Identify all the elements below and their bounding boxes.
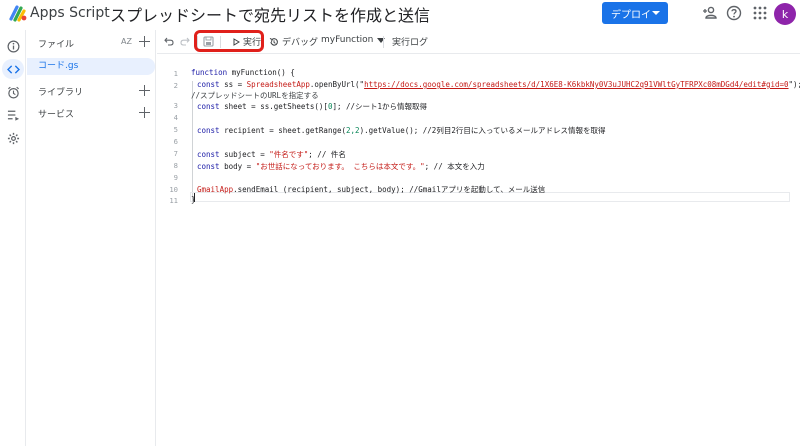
code-token: ]; //シート1から情報取得 [332,102,428,111]
line-number: 4 [173,113,178,122]
line-number: 2 [173,81,178,90]
app-header: Apps Script スプレッドシートで宛先リストを作成と送信 デプロイ k [0,0,800,28]
apps-grid-icon[interactable] [752,5,768,21]
code-line: const body = "お世話になっております。 こちらは本文です。"; /… [197,161,485,172]
help-icon[interactable] [726,5,742,21]
code-token: myFunction() { [227,68,295,77]
debug-icon [269,37,278,46]
line-number: 7 [173,149,178,158]
code-token: "お世話になっております。 こちらは本文です。" [255,162,425,171]
rail-item-editor[interactable] [2,59,24,79]
code-url-link[interactable]: https://docs.google.com/spreadsheets/d/1… [364,80,788,89]
debug-button[interactable]: デバッグ [269,35,318,48]
code-line: function myFunction() { [191,68,295,77]
deploy-button-label: デプロイ [611,9,651,21]
app-name: Apps Script [30,5,110,21]
code-token: subject = [219,150,270,159]
files-title: ファイル [38,40,75,50]
rail-item-triggers[interactable] [2,82,24,102]
function-select-value: myFunction [321,35,374,45]
deploy-button[interactable]: デプロイ [602,2,668,24]
line-number: 9 [173,173,178,182]
code-line: const sheet = ss.getSheets()[0]; //シート1か… [197,101,427,112]
left-nav-rail [0,30,26,446]
gear-icon [7,132,19,144]
rail-item-settings[interactable] [2,128,24,148]
code-token: ; // 件名 [308,150,346,159]
code-token: .openByUrl(" [309,80,365,89]
files-panel: ファイル AZ コード.gs ライブラリ サービス [27,30,156,446]
line-number: 5 [173,125,178,134]
line-number: 3 [173,101,178,110]
code-line: const ss = SpreadsheetApp.openByUrl("htt… [197,80,800,89]
rail-item-overview[interactable] [2,36,24,56]
section-libraries: ライブラリ [38,88,84,98]
section-services: サービス [38,110,75,120]
add-library-icon[interactable] [139,85,150,96]
code-token: ).getValue(); //2列目2行目に入っているメールアドレス情報を取得 [359,126,606,135]
line-number: 11 [169,196,178,205]
code-token: ; // 本文を入力 [424,162,485,171]
alarm-icon [7,86,19,98]
toolbar-separator [383,36,384,48]
redo-icon[interactable] [180,37,190,46]
code-token: ss = [219,80,247,89]
code-icon [6,64,20,74]
code-token: .sendEmail (recipient, subject, body); /… [233,185,546,194]
chevron-down-icon [652,11,660,15]
code-token: //スプレッドシートのURLを指定する [191,91,319,100]
sort-files-button[interactable]: AZ [121,37,132,46]
code-line: const recipient = sheet.getRange(2,2).ge… [197,125,605,136]
code-line: const subject = "件名です"; // 件名 [197,149,346,160]
line-number: 10 [169,185,178,194]
code-line: GmailApp.sendEmail (recipient, subject, … [197,184,545,195]
file-item-code-gs[interactable]: コード.gs [27,58,155,75]
code-token: sheet = ss.getSheets()[ [219,102,328,111]
code-token: const [197,126,220,135]
apps-script-logo-icon[interactable] [8,3,28,23]
project-title[interactable]: スプレッドシートで宛先リストを作成と送信 [110,2,430,26]
line-number: 1 [173,69,178,78]
add-service-icon[interactable] [139,107,150,118]
text-cursor [194,193,195,202]
code-token: const [197,80,220,89]
avatar[interactable]: k [774,3,796,25]
code-token: "); [788,80,800,89]
code-token: recipient = sheet.getRange( [219,126,347,135]
code-token: const [197,102,220,111]
line-number: 8 [173,161,178,170]
executions-icon [7,110,19,121]
code-token: 2,2 [346,126,360,135]
rail-item-executions[interactable] [2,105,24,125]
info-icon [7,40,19,52]
code-token: "件名です" [269,150,309,159]
code-token: const [197,150,220,159]
undo-icon[interactable] [164,37,174,46]
code-token: body = [219,162,256,171]
code-line-wrapped-comment: //スプレッドシートのURLを指定する [191,90,319,101]
add-file-icon[interactable] [139,36,150,47]
function-select[interactable]: myFunction [321,35,386,45]
dropdown-caret-icon [377,37,386,43]
debug-button-label: デバッグ [282,38,319,48]
line-number: 6 [173,137,178,146]
execution-log-button[interactable]: 実行ログ [392,35,428,48]
code-token: function [191,68,228,77]
add-person-icon[interactable] [702,5,718,21]
run-button-highlight-annotation [194,30,264,52]
code-editor[interactable]: 1 2 3 4 5 6 7 8 9 10 11 function myFunct… [157,55,800,446]
code-token: SpreadsheetApp [246,80,310,89]
code-token: GmailApp [197,185,234,194]
code-token: const [197,162,220,171]
